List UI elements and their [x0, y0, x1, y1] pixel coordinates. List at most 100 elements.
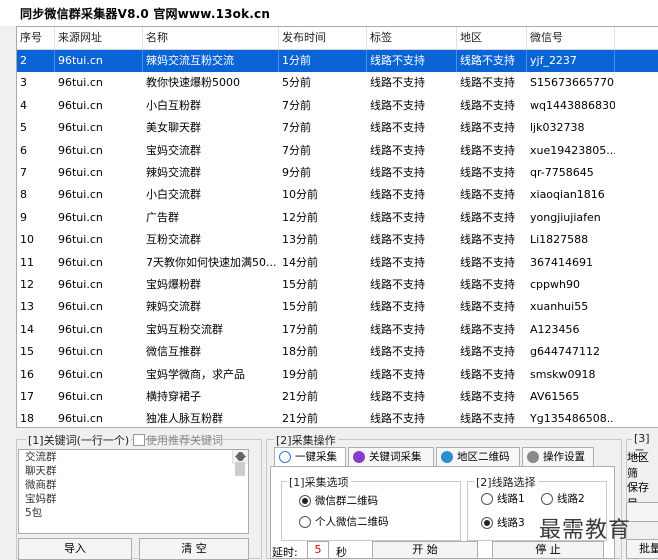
table-cell: 8	[20, 188, 27, 202]
table-row[interactable]: 4 96tui.cn 小白互粉群 7分前 线路不支持 线路不支持 wq1443886830	[17, 95, 658, 117]
keyword-group-title: [1]关键词(一行一个)	[26, 432, 132, 448]
table-cell: 96tui.cn	[58, 233, 103, 247]
table-cell: 宝妈爆粉群	[146, 278, 201, 291]
table-cell: 线路不支持	[370, 412, 425, 426]
table-cell: 15分前	[282, 300, 318, 314]
table-cell: 9分前	[282, 166, 311, 179]
radio-line1[interactable]: 线路1	[481, 491, 525, 507]
table-cell: 21分前	[282, 412, 318, 426]
table-cell: 14	[20, 322, 34, 336]
table-cell: 12分前	[282, 210, 318, 224]
table-cell: 96tui.cn	[58, 345, 103, 359]
tab-keyword-collect[interactable]: 关键词采集	[348, 447, 434, 467]
table-cell: 17分前	[282, 322, 318, 336]
table-cell: 7分前	[282, 121, 311, 135]
table-row[interactable]: 9 96tui.cn 广告群 12分前 线路不支持 线路不支持 yongjiujiafen	[17, 207, 658, 229]
tab-one-click[interactable]: 一键采集	[274, 447, 346, 468]
table-row[interactable]: 18 96tui.cn 独准人脉互粉群 21分前 线路不支持 线路不支持 Yg1354865…	[17, 408, 658, 427]
column-header[interactable]: 序号	[17, 27, 55, 49]
table-row[interactable]: 7 96tui.cn 辣妈交流群 9分前 线路不支持 线路不支持 qr-7758645	[17, 162, 658, 184]
table-cell: 宝妈交流群	[146, 143, 201, 157]
table-cell: 3	[20, 76, 27, 90]
keyword-textarea[interactable]: 交流群 聊天群 微商群 宝妈群 5包	[18, 449, 249, 534]
table-cell: 10	[20, 233, 34, 247]
table-cell: 96tui.cn	[58, 121, 103, 135]
table-cell: 线路不支持	[370, 300, 425, 314]
table-row[interactable]: 3 96tui.cn 教你快速爆粉5000 5分前 线路不支持 线路不支持 S1567366…	[17, 72, 658, 94]
column-header[interactable]: 发布时间	[279, 27, 367, 49]
table-row[interactable]: 13 96tui.cn 辣妈交流群 15分前 线路不支持 线路不支持 xuanhui55	[17, 296, 658, 318]
table-cell: 7天教你如何快速加满50...	[146, 255, 277, 269]
scroll-down-icon[interactable]	[235, 456, 246, 461]
column-header[interactable]: 名称	[143, 27, 279, 49]
radio-line2[interactable]: 线路2	[541, 491, 585, 507]
tab-settings[interactable]: 操作设置	[522, 447, 594, 467]
table-cell: 7	[20, 166, 27, 179]
table-row[interactable]: 11 96tui.cn 7天教你如何快速加满50... 14分前 线路不支持 线路不支持 3…	[17, 252, 658, 274]
table-cell: 线路不支持	[457, 50, 527, 72]
column-header[interactable]: 微信号	[527, 27, 615, 49]
clear-button[interactable]: 清 空	[139, 538, 249, 560]
table-row[interactable]: 10 96tui.cn 互粉交流群 13分前 线路不支持 线路不支持 Li1827588	[17, 229, 658, 251]
table-cell: 96tui.cn	[55, 50, 143, 72]
table-cell: 线路不支持	[370, 233, 425, 247]
table-row[interactable]: 15 96tui.cn 微信互推群 18分前 线路不支持 线路不支持 g644747112	[17, 341, 658, 363]
table-cell: 美女聊天群	[146, 121, 201, 135]
table-cell: 线路不支持	[460, 188, 515, 202]
delay-input[interactable]: 5	[307, 541, 329, 559]
table-cell: 线路不支持	[460, 233, 515, 247]
table-row[interactable]: 8 96tui.cn 小白交流群 10分前 线路不支持 线路不支持 xiaoqian1816	[17, 184, 658, 206]
keyword-item: 聊天群	[25, 465, 57, 477]
table-row[interactable]: 2 96tui.cn 辣妈交流互粉交流 1分前 线路不支持 线路不支持 yjf_2237	[17, 50, 658, 73]
table-cell: 线路不支持	[370, 255, 425, 269]
table-cell: 线路不支持	[370, 322, 425, 336]
radio-group-qr[interactable]: 微信群二维码	[299, 493, 378, 509]
radio-personal-qr[interactable]: 个人微信二维码	[299, 514, 389, 530]
column-header[interactable]: 标签	[367, 27, 457, 49]
tag-icon	[353, 451, 365, 463]
table-cell: 96tui.cn	[58, 367, 103, 381]
table-cell: xue19423805...	[530, 143, 615, 157]
scroll-thumb[interactable]	[235, 462, 245, 476]
table-cell: qr-7758645	[530, 166, 594, 179]
table-cell: 96tui.cn	[58, 390, 103, 403]
watermark-text: 最需教育	[539, 518, 632, 543]
keyword-item: 5包	[25, 507, 43, 519]
table-row[interactable]: 12 96tui.cn 宝妈爆粉群 15分前 线路不支持 线路不支持 cppwh90	[17, 274, 658, 296]
table-cell: 线路不支持	[460, 143, 515, 157]
table-cell: 96tui.cn	[58, 188, 103, 202]
table-cell: 横持穿裙子	[146, 390, 201, 403]
table-row[interactable]: 14 96tui.cn 宝妈互粉交流群 17分前 线路不支持 线路不支持 A123456	[17, 319, 658, 341]
table-row[interactable]: 17 96tui.cn 横持穿裙子 21分前 线路不支持 线路不支持 AV61565	[17, 386, 658, 408]
table-cell: 线路不支持	[460, 98, 515, 112]
gear-icon	[527, 451, 539, 463]
table-cell: 15	[20, 345, 34, 359]
table-cell: 线路不支持	[460, 121, 515, 135]
options-fieldset	[281, 481, 461, 541]
start-button[interactable]: 开 始	[372, 541, 478, 559]
tab-keyword-label: 关键词采集	[369, 451, 422, 463]
column-header[interactable]: 来源网址	[55, 27, 143, 49]
table-row[interactable]: 16 96tui.cn 宝妈学微商，求产品 19分前 线路不支持 线路不支持 smskw09…	[17, 364, 658, 386]
column-header[interactable]: 地区	[457, 27, 527, 49]
radio-line3[interactable]: 线路3	[481, 515, 525, 531]
table-cell: xiaoqian1816	[530, 188, 605, 202]
table-cell: Yg135486508...	[530, 412, 615, 426]
line-title: [2]线路选择	[474, 474, 538, 490]
table-cell: 7分前	[282, 98, 311, 112]
table-row[interactable]: 5 96tui.cn 美女聊天群 7分前 线路不支持 线路不支持 ljk032738	[17, 117, 658, 139]
use-recommended-checkbox[interactable]	[133, 434, 145, 446]
results-table[interactable]: 序号 来源网址 名称 发布时间 标签 地区 微信号 2 96tui.cn 辣妈交流互粉交流 1分前…	[16, 26, 658, 428]
table-cell: 线路不支持	[460, 390, 515, 403]
table-cell: xuanhui55	[530, 300, 589, 314]
keyword-scrollbar[interactable]	[232, 450, 248, 476]
table-cell: 教你快速爆粉5000	[146, 76, 240, 90]
table-cell: 线路不支持	[460, 210, 515, 224]
table-cell: 线路不支持	[370, 121, 425, 135]
table-cell: 19分前	[282, 367, 318, 381]
tab-region-qr[interactable]: 地区二维码	[436, 447, 520, 467]
table-cell: 小白交流群	[146, 188, 201, 202]
options-title: [1]采集选项	[287, 474, 351, 490]
import-button[interactable]: 导入	[18, 538, 132, 560]
table-row[interactable]: 6 96tui.cn 宝妈交流群 7分前 线路不支持 线路不支持 xue19423805..…	[17, 140, 658, 162]
